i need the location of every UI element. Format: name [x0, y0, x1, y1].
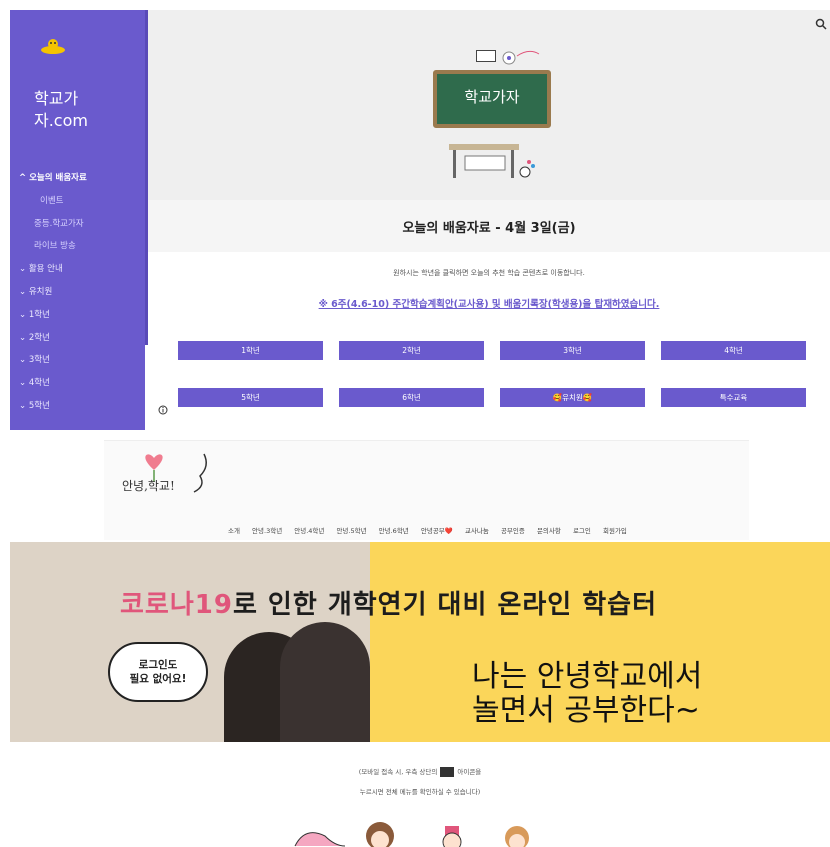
kindergarten-button[interactable]: 🥰유치원🥰 [500, 388, 645, 407]
info-icon[interactable] [158, 405, 168, 415]
hamburger-menu-icon [440, 767, 455, 777]
sidebar-item-event[interactable]: 이벤트 [10, 190, 145, 213]
chevron-down-icon: ⌄ [19, 264, 29, 275]
grade-4-button[interactable]: 4학년 [661, 341, 806, 360]
page-title: 오늘의 배움자료 - 4월 3일(금) [402, 221, 576, 236]
annyeong-school-logo[interactable] [114, 446, 214, 506]
sidebar-item-middle[interactable]: 중등.학교가자 [10, 213, 145, 236]
sidebar-menu: ^ 오늘의 배움자료 이벤트 중등.학교가자 라이브 방송 ⌄ 활용 안내 ⌄ … [10, 167, 145, 418]
banner-title: 코로나19로 인한 개학연기 대비 온라인 학습터 [120, 590, 658, 620]
chevron-up-icon: ^ [19, 173, 30, 183]
child-figure [280, 622, 370, 742]
chalkboard-title: 학교가자 [464, 88, 520, 106]
banner-subtitle: 나는 안녕학교에서 놀면서 공부한다~ [472, 659, 703, 728]
chevron-down-icon: ⌄ [19, 332, 29, 343]
grade-3-button[interactable]: 3학년 [500, 341, 645, 360]
sidebar-item-grade1[interactable]: ⌄ 1학년 [10, 304, 145, 327]
sidebar: 학교가자.com ^ 오늘의 배움자료 이벤트 중등.학교가자 라이브 방송 ⌄… [10, 10, 145, 430]
notice-text: 원하시는 학년을 클릭하면 오늘의 추천 학습 콘텐츠로 이동합니다. [393, 269, 585, 277]
sidebar-item-kinder[interactable]: ⌄ 유치원 [10, 281, 145, 304]
desk-illustration [449, 144, 535, 178]
sidebar-item-today[interactable]: ^ 오늘의 배움자료 [10, 167, 145, 190]
sidebar-item-grade4[interactable]: ⌄ 4학년 [10, 372, 145, 395]
sidebar-item-grade5[interactable]: ⌄ 5학년 [10, 395, 145, 418]
grade-1-button[interactable]: 1학년 [178, 341, 323, 360]
annyeong-school-header: 안녕,학교! 소개 안녕.3학년 안녕.4학년 안녕.5학년 안녕.6학년 안녕… [104, 440, 749, 540]
chevron-down-icon: ⌄ [19, 355, 29, 366]
chevron-down-icon: ⌄ [19, 400, 29, 411]
sidebar-item-grade2[interactable]: ⌄ 2학년 [10, 327, 145, 350]
sidebar-item-grade3[interactable]: ⌄ 3학년 [10, 349, 145, 372]
nav-grade5[interactable]: 안녕.5학년 [336, 527, 366, 535]
chevron-down-icon: ⌄ [19, 286, 29, 297]
nav-study-cert[interactable]: 공부인증 [501, 527, 525, 535]
chalkboard: 학교가자 [433, 70, 551, 128]
balloon-icon [502, 50, 540, 65]
chevron-down-icon: ⌄ [19, 378, 29, 389]
character-illustrations [294, 822, 529, 847]
grade-5-button[interactable]: 5학년 [178, 388, 323, 407]
chalkboard-illustration: 학교가자 [423, 34, 568, 194]
grade-6-button[interactable]: 6학년 [339, 388, 484, 407]
notice-link[interactable]: ※ 6주(4.6-10) 주간학습계획안(교사용) 및 배움기록장(학생용)을 … [148, 296, 830, 310]
nav-login[interactable]: 로그인 [573, 527, 591, 535]
logo-text: 안녕,학교! [122, 479, 175, 493]
logo-icon[interactable] [38, 36, 68, 56]
nav-inquiry[interactable]: 문의사항 [537, 527, 561, 535]
sidebar-item-guide[interactable]: ⌄ 활용 안내 [10, 258, 145, 281]
hero-image: 학교가자 [148, 10, 830, 200]
special-education-button[interactable]: 특수교육 [661, 388, 806, 407]
calendar-icon [476, 50, 496, 62]
main-banner: 코로나19로 인한 개학연기 대비 온라인 학습터 로그인도 필요 없어요! 나… [10, 542, 830, 742]
title-bar: 오늘의 배움자료 - 4월 3일(금) [148, 200, 830, 252]
nav-grade6[interactable]: 안녕.6학년 [379, 527, 409, 535]
banner-photo [10, 542, 370, 742]
main-nav: 소개 안녕.3학년 안녕.4학년 안녕.5학년 안녕.6학년 안녕공부❤️ 교사… [228, 525, 637, 535]
sidebar-item-live[interactable]: 라이브 방송 [10, 235, 145, 258]
speech-bubble: 로그인도 필요 없어요! [108, 642, 208, 702]
nav-teacher-share[interactable]: 교사나눔 [465, 527, 489, 535]
grade-2-button[interactable]: 2학년 [339, 341, 484, 360]
chevron-down-icon: ⌄ [19, 309, 29, 320]
search-icon[interactable] [815, 18, 827, 30]
mobile-note: (모바일 접속 시, 우측 상단의 아이콘을 누르시면 전체 메뉴를 확인하실 수… [358, 767, 482, 796]
nav-signup[interactable]: 회원가입 [603, 527, 627, 535]
school-site-screenshot: 학교가자.com ^ 오늘의 배움자료 이벤트 중등.학교가자 라이브 방송 ⌄… [10, 10, 830, 430]
nav-grade3[interactable]: 안녕.3학년 [252, 527, 282, 535]
site-name[interactable]: 학교가자.com [34, 88, 124, 132]
nav-study[interactable]: 안녕공부❤️ [421, 527, 453, 535]
nav-grade4[interactable]: 안녕.4학년 [294, 527, 324, 535]
nav-intro[interactable]: 소개 [228, 527, 240, 535]
